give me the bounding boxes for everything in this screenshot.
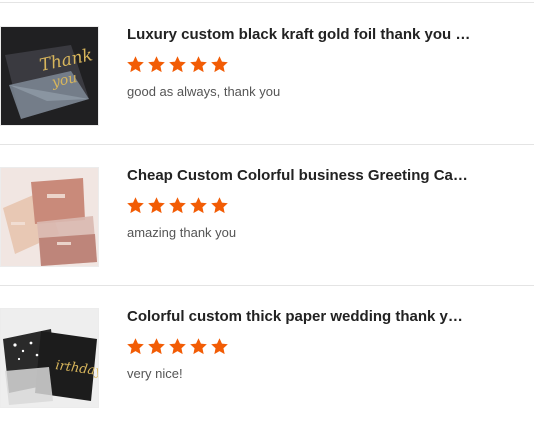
review-item: Cheap Custom Colorful business Greeting … (0, 145, 534, 286)
star-icon (211, 197, 228, 214)
star-icon (127, 197, 144, 214)
star-icon (169, 338, 186, 355)
top-divider (0, 2, 534, 3)
star-rating (126, 55, 229, 75)
product-photo-black-gold-thank-you-card: Thank you (1, 27, 98, 125)
star-icon (211, 56, 228, 73)
product-photo-black-gold-birthday-cards: irthday (1, 309, 98, 407)
star-icon (127, 338, 144, 355)
product-title[interactable]: Luxury custom black kraft gold foil than… (127, 25, 472, 45)
review-comment: good as always, thank you (127, 84, 281, 99)
star-icon (211, 338, 228, 355)
star-icon (148, 56, 165, 73)
star-icon (148, 338, 165, 355)
review-comment: very nice! (127, 366, 183, 381)
star-icon (169, 197, 186, 214)
product-photo-pink-greeting-cards (1, 168, 98, 266)
star-icon (190, 56, 207, 73)
product-thumbnail[interactable] (0, 167, 99, 267)
star-icon (190, 338, 207, 355)
star-icon (190, 197, 207, 214)
star-icon (148, 197, 165, 214)
star-icon (127, 56, 144, 73)
star-rating (126, 196, 229, 216)
review-comment: amazing thank you (127, 225, 237, 240)
star-icon (169, 56, 186, 73)
product-thumbnail[interactable]: irthday (0, 308, 99, 408)
review-item: Thank you Luxury custom black kraft gold… (0, 4, 534, 145)
product-title[interactable]: Cheap Custom Colorful business Greeting … (127, 166, 472, 186)
star-rating (126, 337, 229, 357)
review-item: irthday Colorful custom thick paper wedd… (0, 286, 534, 427)
product-title[interactable]: Colorful custom thick paper wedding than… (127, 307, 472, 327)
product-thumbnail[interactable]: Thank you (0, 26, 99, 126)
